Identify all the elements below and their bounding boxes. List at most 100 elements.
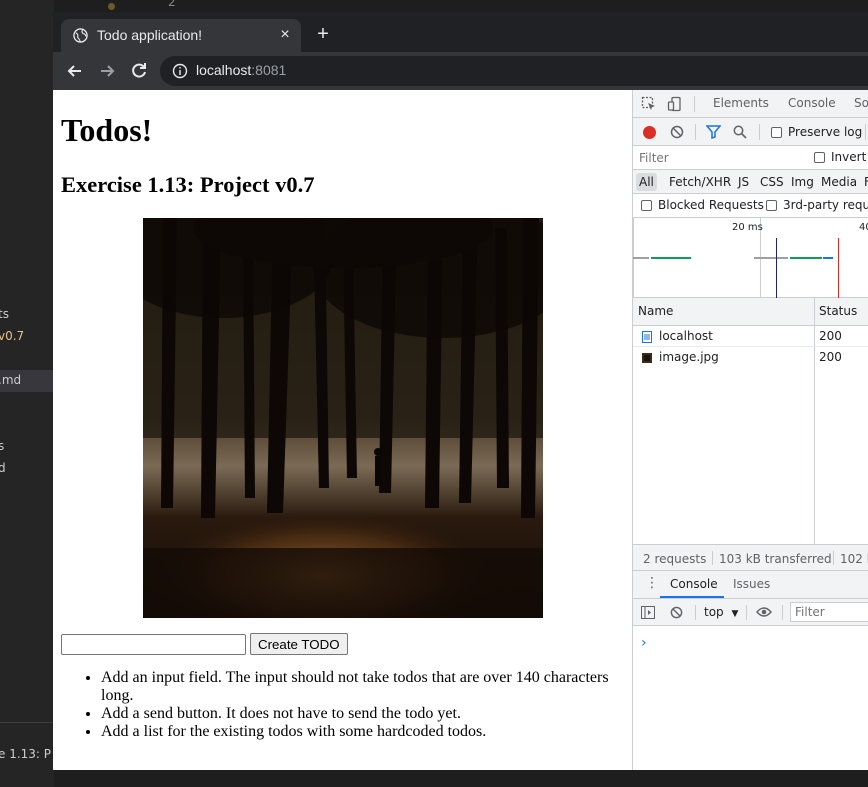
timeline-bar-download [651, 257, 691, 259]
column-divider [814, 298, 815, 326]
type-filter-js[interactable]: JS [738, 175, 749, 189]
timeline-tick: 40 [859, 222, 868, 233]
todo-item: Add an input field. The input should not… [101, 669, 621, 705]
create-todo-button[interactable]: Create TODO [250, 633, 348, 655]
network-summary-bar: 2 requests 103 kB transferred 102 k [633, 544, 868, 571]
type-filter-css[interactable]: CSS [760, 175, 784, 189]
eye-icon[interactable] [756, 606, 772, 618]
browser-tab[interactable]: Todo application! × [61, 19, 301, 52]
preserve-log-label: Preserve log [788, 125, 863, 139]
request-name: image.jpg [659, 350, 719, 364]
request-count: 2 requests [643, 552, 707, 566]
type-filter-fetch-xhr[interactable]: Fetch/XHR [669, 175, 731, 189]
toolbar-divider [865, 124, 866, 140]
requests-table: localhost 200 image.jpg 200 [633, 326, 868, 544]
sidebar-toggle-icon[interactable] [641, 606, 655, 619]
arrow-left-icon [67, 65, 81, 77]
active-tab-indicator [660, 596, 724, 598]
reload-icon [132, 63, 146, 78]
timeline-bar-content [823, 257, 833, 259]
request-status: 200 [819, 350, 842, 364]
request-name: localhost [659, 329, 713, 343]
url-host: localhost [196, 62, 252, 78]
third-party-checkbox[interactable] [766, 200, 777, 211]
toolbar-divider [695, 124, 696, 140]
network-filter-input[interactable] [635, 148, 799, 167]
document-icon [642, 331, 652, 343]
context-value: top [704, 605, 724, 619]
blocked-requests-checkbox[interactable] [641, 200, 652, 211]
tab-elements[interactable]: Elements [713, 96, 769, 110]
forward-button[interactable] [93, 57, 121, 85]
explorer-item[interactable]: v0.7 [0, 329, 24, 343]
load-event-line [838, 238, 839, 298]
timeline-bar-waiting [754, 257, 788, 259]
reload-button[interactable] [125, 57, 153, 85]
inspect-element-icon[interactable] [641, 96, 657, 112]
network-toolbar: Preserve log [633, 118, 868, 146]
explorer-item[interactable]: d [0, 461, 6, 475]
filter-row: Invert [633, 146, 868, 170]
resources-size: 102 k [840, 552, 868, 566]
console-toolbar: top ▼ [633, 599, 868, 626]
type-filter-media[interactable]: Media [821, 175, 857, 189]
network-overview-timeline[interactable]: 20 ms 40 [633, 218, 868, 298]
type-filter-font[interactable]: F [864, 175, 868, 189]
preserve-log-checkbox[interactable] [771, 127, 782, 138]
editor-breakpoint-dot [108, 3, 115, 10]
device-toggle-icon[interactable] [667, 96, 683, 112]
toolbar-divider [694, 96, 695, 112]
explorer-item[interactable]: s [0, 439, 4, 453]
browser-toolbar: localhost:8081 [53, 52, 868, 90]
drawer-tab-issues[interactable]: Issues [733, 577, 770, 591]
search-icon[interactable] [733, 125, 747, 139]
chevron-down-icon: ▼ [731, 609, 739, 619]
editor-line-number: 2 [168, 0, 176, 9]
table-row[interactable]: localhost 200 [633, 326, 868, 347]
column-status[interactable]: Status [819, 304, 857, 318]
todo-item: Add a list for the existing todos with s… [101, 723, 621, 741]
drawer-tab-console[interactable]: Console [670, 577, 718, 591]
column-name[interactable]: Name [638, 304, 673, 318]
close-icon[interactable]: × [275, 25, 295, 45]
todo-list: Add an input field. The input should not… [101, 669, 621, 741]
context-selector[interactable]: top ▼ [704, 605, 738, 619]
browser-window: Todo application! × + localhost:8081 Tod… [53, 12, 868, 770]
console-filter-input[interactable] [790, 602, 868, 622]
invert-checkbox[interactable] [814, 152, 825, 163]
toolbar-divider [695, 605, 696, 620]
type-filter-img[interactable]: Img [791, 175, 814, 189]
page-title: Todos! [61, 112, 153, 148]
tab-console[interactable]: Console [788, 96, 836, 110]
record-icon[interactable] [643, 126, 656, 139]
more-options-icon[interactable]: ⋮ [645, 576, 659, 590]
address-bar[interactable]: localhost:8081 [160, 56, 868, 86]
info-icon[interactable] [172, 63, 188, 79]
drawer-tab-bar: ⋮ Console Issues [633, 571, 868, 599]
console-prompt[interactable]: › [641, 635, 647, 651]
dom-content-loaded-line [776, 238, 777, 298]
new-tab-button[interactable]: + [311, 22, 335, 46]
todo-input[interactable] [61, 634, 246, 655]
url-text: localhost:8081 [196, 62, 286, 78]
web-page-content: Todos! Exercise 1.13: Project v0.7 Creat… [53, 90, 632, 770]
third-party-label: 3rd-party reque [783, 198, 868, 212]
filter-icon[interactable] [706, 125, 721, 139]
explorer-item[interactable]: ts [0, 307, 9, 321]
back-button[interactable] [61, 57, 89, 85]
url-port: :8081 [251, 62, 287, 78]
editor-bottom-panel: e 1.13: P [0, 722, 54, 787]
devtools-tab-bar: Elements Console So [633, 90, 868, 118]
editor-status-text: e 1.13: P [0, 747, 52, 761]
summary-divider [712, 551, 713, 565]
table-row[interactable]: image.jpg 200 [633, 347, 868, 368]
tab-title: Todo application! [97, 27, 203, 43]
clear-console-icon[interactable] [670, 606, 683, 619]
blocked-requests-row: Blocked Requests 3rd-party reque [633, 194, 868, 218]
explorer-item[interactable]: .md [0, 373, 21, 387]
editor-explorer-sidebar: ts v0.7 .md s d e 1.13: P [0, 0, 54, 787]
clear-icon[interactable] [670, 125, 684, 139]
browser-tab-strip: Todo application! × + [53, 12, 868, 52]
tab-sources[interactable]: So [854, 96, 868, 110]
type-filter-all[interactable]: All [639, 175, 654, 189]
